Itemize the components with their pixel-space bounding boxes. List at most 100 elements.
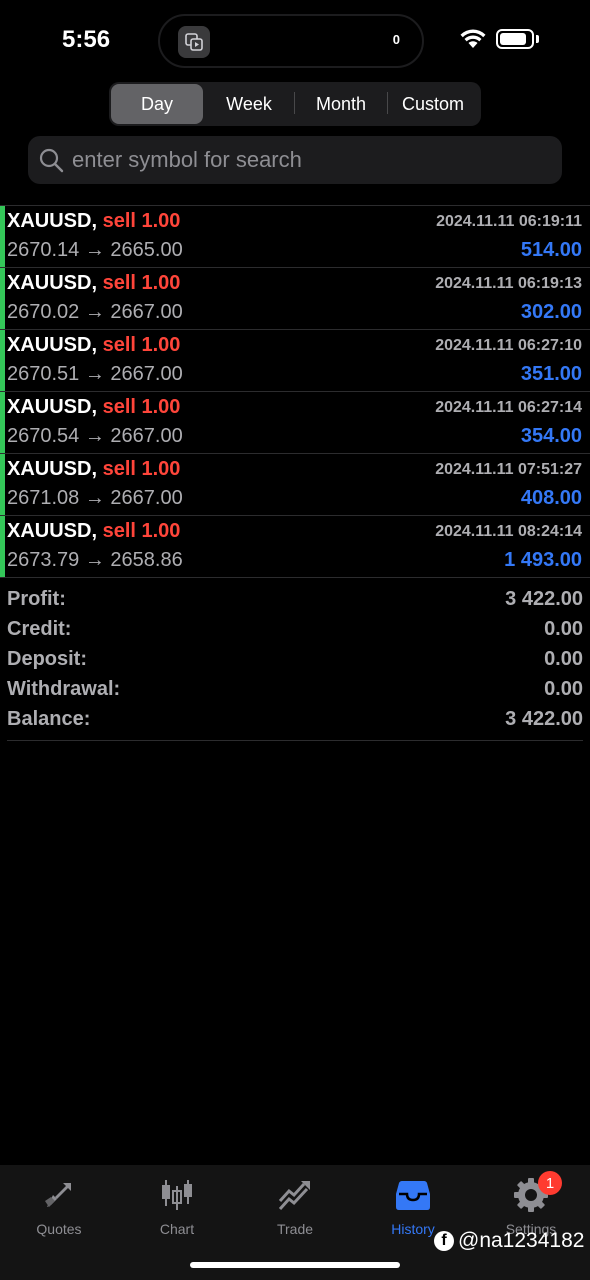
summary-value: 3 422.00: [505, 587, 583, 610]
search-bar: [28, 136, 562, 184]
trade-row[interactable]: XAUUSD, sell 1.00 2024.11.11 06:27:14 26…: [0, 392, 590, 454]
trade-datetime: 2024.11.11 06:27:14: [435, 399, 582, 416]
tab-settings[interactable]: 1 Settings: [472, 1165, 590, 1280]
open-price: 2670.54: [7, 425, 80, 447]
trade-indicator-bar: [0, 206, 5, 267]
trade-icon: [275, 1175, 315, 1215]
open-price: 2670.14: [7, 239, 80, 261]
trade-symbol: XAUUSD,: [7, 520, 98, 542]
trade-side: sell 1.00: [102, 520, 181, 542]
history-inbox-icon: [393, 1175, 433, 1215]
status-time: 5:56: [62, 26, 111, 53]
open-price: 2670.02: [7, 301, 80, 323]
trade-datetime: 2024.11.11 07:51:27: [435, 461, 582, 478]
summary-label: Credit:: [7, 617, 72, 640]
trade-indicator-bar: [0, 516, 5, 577]
trade-profit: 1 493.00: [504, 549, 582, 571]
facebook-icon: f: [434, 1231, 454, 1251]
summary-label: Deposit:: [7, 647, 87, 670]
open-price: 2671.08: [7, 487, 80, 509]
arrow-icon: →: [84, 487, 105, 509]
trade-symbol: XAUUSD,: [7, 396, 98, 418]
dynamic-island[interactable]: 0: [158, 14, 424, 68]
summary-row-profit: Profit: 3 422.00: [7, 584, 583, 614]
period-segmented-control: Day Week Month Custom: [109, 82, 481, 126]
candlestick-icon: [157, 1175, 197, 1215]
account-summary: Profit: 3 422.00 Credit: 0.00 Deposit: 0.00…: [7, 584, 583, 741]
battery-icon: [496, 29, 534, 49]
trade-indicator-bar: [0, 392, 5, 453]
notification-badge: 1: [538, 1171, 562, 1195]
tab-label: Chart: [159, 1221, 195, 1237]
open-price: 2673.79: [7, 549, 80, 571]
tab-quotes[interactable]: Quotes: [0, 1165, 118, 1280]
arrow-icon: →: [84, 363, 105, 385]
trade-row[interactable]: XAUUSD, sell 1.00 2024.11.11 07:51:27 26…: [0, 454, 590, 516]
trade-datetime: 2024.11.11 06:19:11: [436, 213, 582, 230]
trade-indicator-bar: [0, 330, 5, 391]
tab-label: History: [391, 1221, 435, 1237]
arrow-icon: →: [84, 425, 105, 447]
watermark: f @na1234182: [434, 1229, 584, 1253]
home-indicator[interactable]: [190, 1262, 400, 1268]
close-price: 2665.00: [110, 239, 183, 261]
trade-profit: 354.00: [520, 425, 582, 447]
trade-symbol: XAUUSD,: [7, 458, 98, 480]
trade-side: sell 1.00: [102, 334, 181, 356]
summary-value: 0.00: [544, 677, 583, 700]
quotes-icon: [39, 1175, 79, 1215]
summary-label: Withdrawal:: [7, 677, 121, 700]
island-counter: 0: [392, 32, 400, 47]
trade-row[interactable]: XAUUSD, sell 1.00 2024.11.11 06:27:10 26…: [0, 330, 590, 392]
summary-value: 0.00: [544, 647, 583, 670]
trade-profit: 514.00: [520, 239, 582, 261]
summary-label: Profit:: [7, 587, 66, 610]
open-price: 2670.51: [7, 363, 80, 385]
trade-datetime: 2024.11.11 06:27:10: [435, 337, 582, 354]
segment-day[interactable]: Day: [111, 84, 203, 124]
trade-datetime: 2024.11.11 06:19:13: [435, 275, 582, 292]
arrow-icon: →: [84, 239, 105, 261]
segment-week[interactable]: Week: [203, 84, 295, 124]
summary-label: Balance:: [7, 707, 91, 730]
arrow-icon: →: [84, 301, 105, 323]
segment-custom[interactable]: Custom: [387, 84, 479, 124]
status-bar: 5:56 0: [0, 0, 590, 80]
summary-row-deposit: Deposit: 0.00: [7, 644, 583, 674]
segment-month[interactable]: Month: [295, 84, 387, 124]
arrow-icon: →: [84, 549, 105, 571]
trade-row[interactable]: XAUUSD, sell 1.00 2024.11.11 06:19:11 26…: [0, 206, 590, 268]
trade-row[interactable]: XAUUSD, sell 1.00 2024.11.11 06:19:13 26…: [0, 268, 590, 330]
tab-label: Quotes: [36, 1221, 82, 1237]
close-price: 2667.00: [110, 425, 183, 447]
tab-label: Trade: [276, 1221, 314, 1237]
trade-profit: 302.00: [520, 301, 582, 323]
screen-mirror-icon: [178, 26, 210, 58]
segment-divider: [387, 92, 388, 114]
close-price: 2667.00: [110, 363, 183, 385]
search-icon: [39, 148, 64, 173]
trade-datetime: 2024.11.11 08:24:14: [435, 523, 582, 540]
trade-profit: 408.00: [520, 487, 582, 509]
trade-row[interactable]: XAUUSD, sell 1.00 2024.11.11 08:24:14 26…: [0, 516, 590, 578]
close-price: 2667.00: [110, 301, 183, 323]
summary-value: 0.00: [544, 617, 583, 640]
watermark-handle: @na1234182: [458, 1229, 585, 1252]
search-input[interactable]: [72, 147, 532, 173]
trade-profit: 351.00: [520, 363, 582, 385]
trade-side: sell 1.00: [102, 272, 181, 294]
close-price: 2658.86: [110, 549, 183, 571]
summary-row-withdrawal: Withdrawal: 0.00: [7, 674, 583, 704]
trade-side: sell 1.00: [102, 396, 181, 418]
trade-indicator-bar: [0, 454, 5, 515]
segment-divider: [294, 92, 295, 114]
summary-value: 3 422.00: [505, 707, 583, 730]
trade-history-list: XAUUSD, sell 1.00 2024.11.11 06:19:11 26…: [0, 205, 590, 578]
summary-row-balance: Balance: 3 422.00: [7, 704, 583, 734]
trade-side: sell 1.00: [102, 458, 181, 480]
trade-symbol: XAUUSD,: [7, 334, 98, 356]
trade-symbol: XAUUSD,: [7, 210, 98, 232]
summary-row-credit: Credit: 0.00: [7, 614, 583, 644]
close-price: 2667.00: [110, 487, 183, 509]
trade-indicator-bar: [0, 268, 5, 329]
